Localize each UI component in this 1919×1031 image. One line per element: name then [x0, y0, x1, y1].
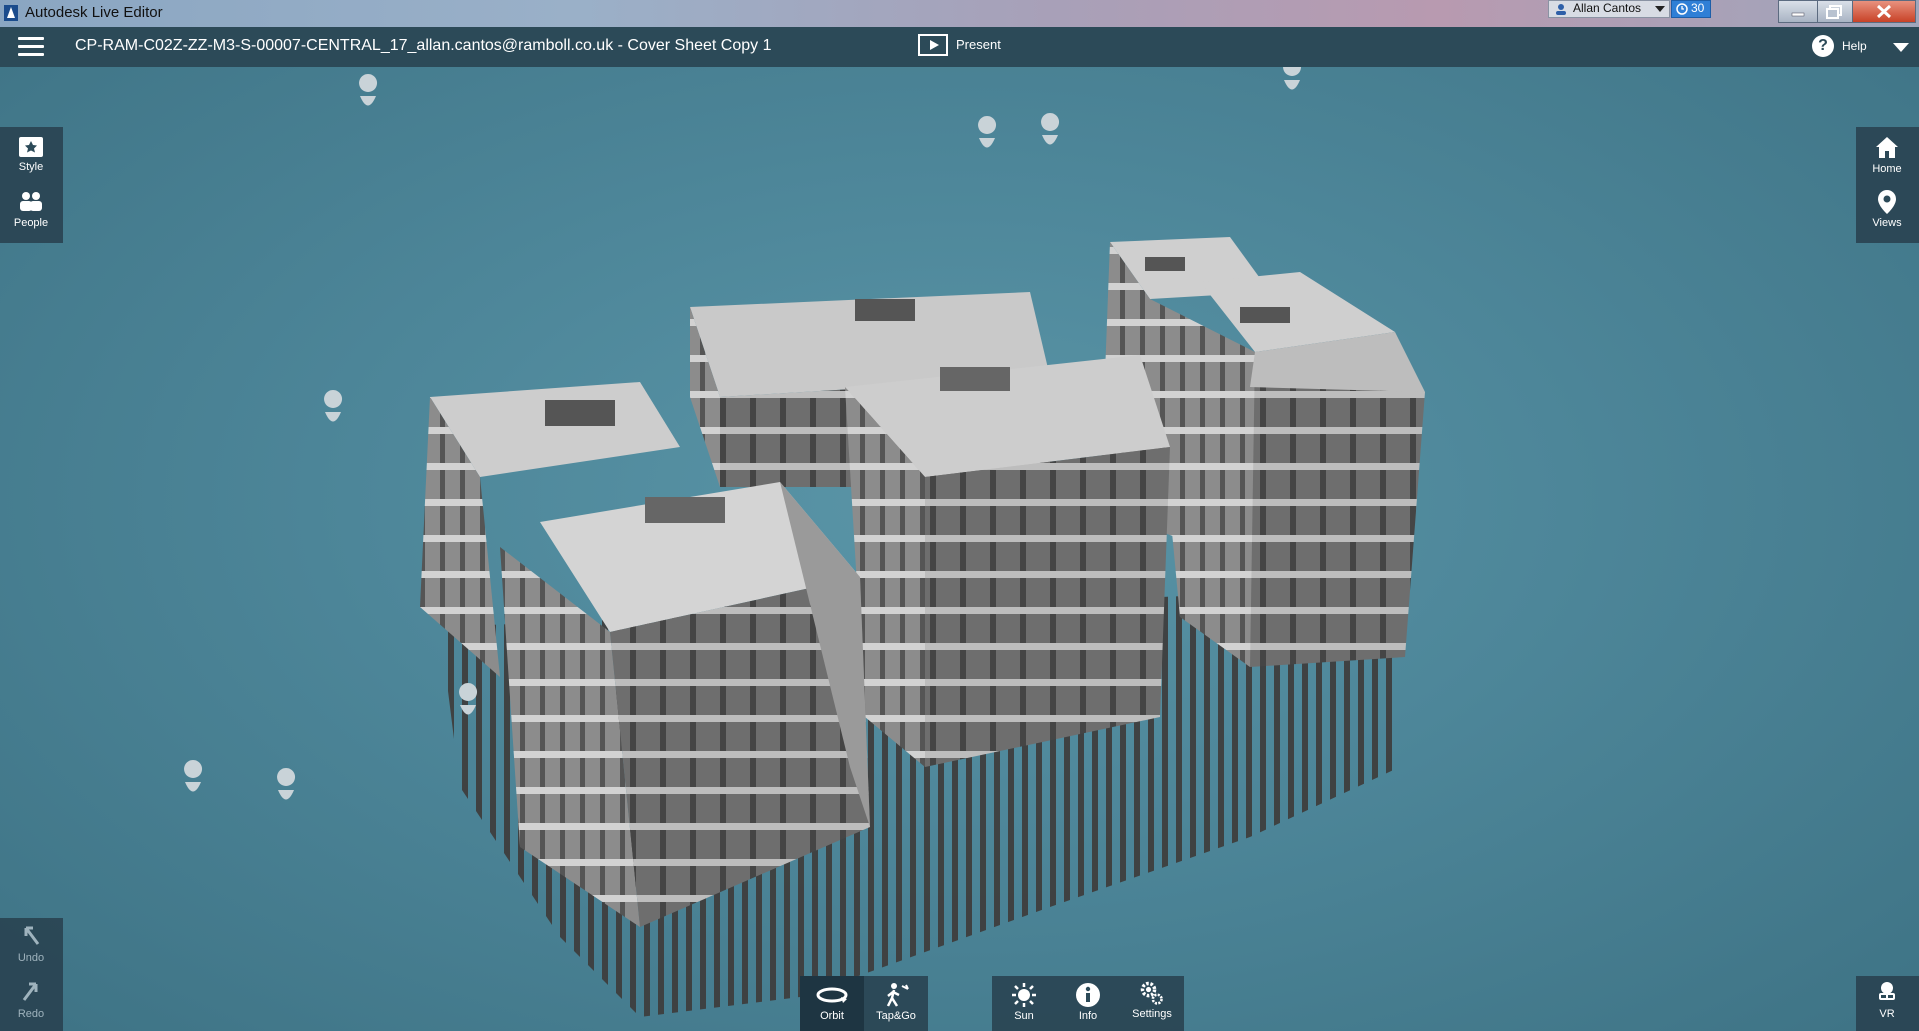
user-account-dropdown[interactable]: Allan Cantos — [1548, 0, 1670, 18]
sun-button[interactable]: Sun — [992, 976, 1056, 1031]
minimize-icon — [1791, 12, 1805, 17]
style-button[interactable]: Style — [0, 133, 62, 173]
chevron-down-icon — [1655, 6, 1665, 12]
location-pin-icon[interactable] — [277, 768, 296, 800]
building-model[interactable] — [0, 67, 1919, 1031]
people-icon — [20, 192, 42, 211]
views-button[interactable]: Views — [1856, 189, 1918, 229]
tap-and-go-label: Tap&Go — [876, 1010, 916, 1022]
settings-label: Settings — [1132, 1008, 1172, 1020]
present-label: Present — [956, 37, 1001, 52]
info-label: Info — [1078, 1010, 1098, 1022]
location-pin-icon[interactable] — [324, 390, 343, 422]
orbit-button[interactable]: Orbit — [800, 976, 864, 1031]
settings-button[interactable]: Settings — [1120, 976, 1184, 1031]
hamburger-menu-icon[interactable] — [18, 37, 44, 57]
location-pin-icon[interactable] — [1041, 113, 1060, 145]
orbit-icon — [816, 987, 848, 1003]
redo-label: Redo — [17, 1008, 45, 1020]
location-pin-icon[interactable] — [184, 760, 203, 792]
redo-button[interactable]: Redo — [0, 980, 62, 1020]
close-button[interactable] — [1852, 0, 1916, 23]
walk-icon — [886, 983, 909, 1007]
location-pin-icon[interactable] — [978, 116, 997, 148]
restore-icon — [1826, 5, 1842, 19]
undo-button[interactable]: Undo — [0, 924, 62, 964]
os-window-title: Autodesk Live Editor — [25, 4, 163, 21]
orbit-label: Orbit — [820, 1010, 844, 1022]
home-icon — [1876, 137, 1898, 158]
gears-icon — [1140, 981, 1163, 1005]
sun-label: Sun — [1014, 1010, 1034, 1022]
help-button[interactable]: ? Help — [1812, 35, 1882, 59]
left-tool-panel: Style People — [0, 127, 63, 243]
right-tool-panel: Home Views — [1856, 127, 1919, 243]
home-button[interactable]: Home — [1856, 135, 1918, 175]
undo-arrow-icon — [24, 926, 40, 945]
document-title: CP-RAM-C02Z-ZZ-M3-S-00007-CENTRAL_17_all… — [75, 37, 772, 54]
location-pin-icon[interactable] — [1283, 67, 1301, 90]
os-titlebar: Autodesk Live Editor Allan Cantos 30 — [0, 0, 1919, 27]
views-pin-icon — [1878, 190, 1896, 214]
vr-button[interactable]: VR — [1856, 980, 1918, 1020]
close-icon — [1876, 4, 1892, 19]
home-label: Home — [1872, 163, 1902, 175]
header-menu-chevron-icon[interactable] — [1893, 43, 1909, 52]
time-badge[interactable]: 30 — [1671, 0, 1711, 18]
redo-arrow-icon — [22, 982, 38, 1001]
people-button[interactable]: People — [0, 189, 62, 229]
app-header: CP-RAM-C02Z-ZZ-M3-S-00007-CENTRAL_17_all… — [0, 27, 1919, 67]
location-pin-icon[interactable] — [359, 74, 378, 106]
building-block-middle — [845, 355, 1170, 767]
info-icon — [1076, 983, 1100, 1007]
time-count: 30 — [1691, 1, 1705, 15]
people-label: People — [13, 217, 49, 229]
restore-button[interactable] — [1817, 0, 1853, 23]
present-play-icon — [918, 34, 948, 56]
help-label: Help — [1842, 39, 1867, 53]
undo-label: Undo — [17, 952, 45, 964]
sun-icon — [1012, 983, 1036, 1007]
vr-headset-icon — [1879, 982, 1895, 1000]
navigation-mode-panel: Orbit Tap&Go — [800, 976, 928, 1031]
3d-viewport[interactable] — [0, 67, 1919, 1031]
info-button[interactable]: Info — [1056, 976, 1120, 1031]
user-name: Allan Cantos — [1573, 1, 1642, 15]
views-label: Views — [1872, 217, 1902, 229]
style-label: Style — [18, 161, 44, 173]
help-question-icon: ? — [1812, 35, 1834, 57]
vr-label: VR — [1879, 1008, 1895, 1020]
user-icon — [1556, 4, 1566, 15]
history-panel: Undo Redo — [0, 918, 63, 1031]
vr-panel: VR — [1856, 976, 1919, 1031]
tap-and-go-button[interactable]: Tap&Go — [864, 976, 928, 1031]
autodesk-logo-icon — [4, 5, 18, 21]
style-icon — [19, 137, 43, 157]
minimize-button[interactable] — [1778, 0, 1818, 23]
scene-tools-panel: Sun Info Settings — [992, 976, 1184, 1031]
clock-icon — [1676, 3, 1688, 15]
